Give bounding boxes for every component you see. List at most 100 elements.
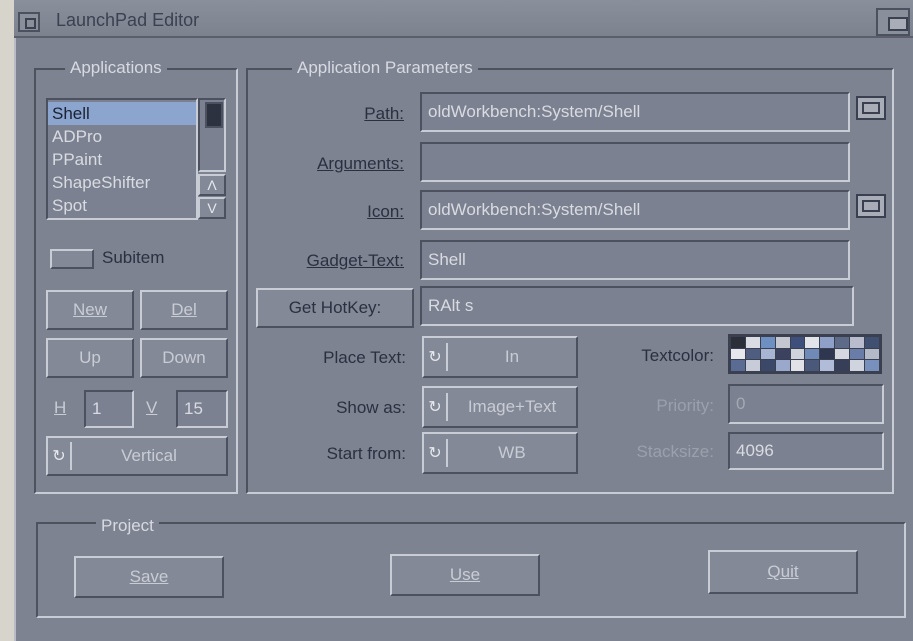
stacksize-field[interactable]: 4096 — [728, 432, 884, 470]
color-swatch[interactable] — [820, 337, 835, 348]
list-item[interactable]: ShapeShifter — [48, 171, 196, 194]
cycle-icon: ↻ — [424, 393, 448, 421]
list-scrollbar[interactable] — [198, 98, 226, 172]
color-swatch[interactable] — [865, 337, 879, 348]
path-field[interactable]: oldWorkbench:System/Shell — [420, 92, 850, 132]
get-hotkey-button[interactable]: Get HotKey: — [256, 288, 414, 328]
project-group-title: Project — [96, 516, 159, 536]
use-button[interactable]: Use — [390, 554, 540, 596]
v-label: V — [146, 398, 158, 417]
priority-field[interactable]: 0 — [728, 384, 884, 424]
color-swatch[interactable] — [731, 337, 745, 348]
color-swatch[interactable] — [835, 360, 850, 371]
scroll-knob[interactable] — [205, 102, 223, 128]
stacksize-label: Stacksize: — [636, 442, 714, 461]
desktop-edge — [0, 0, 14, 641]
parameters-group-title: Application Parameters — [292, 58, 478, 78]
path-file-button[interactable] — [856, 96, 886, 120]
h-field[interactable]: 1 — [84, 390, 134, 428]
color-swatch[interactable] — [835, 348, 850, 360]
list-item[interactable]: ADPro — [48, 125, 196, 148]
color-swatch[interactable] — [790, 337, 805, 348]
depth-gadget-icon[interactable] — [876, 8, 910, 36]
textcolor-label: Textcolor: — [641, 346, 714, 365]
cycle-icon: ↻ — [424, 343, 448, 371]
color-swatch[interactable] — [805, 348, 820, 360]
start-from-label: Start from: — [326, 444, 406, 463]
down-button-label: Down — [162, 348, 206, 367]
quit-button-label: Quit — [767, 562, 799, 581]
color-swatch[interactable] — [760, 360, 775, 371]
textcolor-palette[interactable] — [728, 334, 882, 374]
show-as-value: Image+Text — [467, 397, 557, 416]
color-swatch[interactable] — [820, 360, 835, 371]
color-swatch[interactable] — [850, 337, 865, 348]
subitem-label: Subitem — [102, 248, 165, 267]
icon-file-button[interactable] — [856, 194, 886, 218]
close-gadget-icon[interactable] — [18, 12, 40, 32]
up-button-label: Up — [79, 348, 101, 367]
start-from-value: WB — [498, 443, 526, 462]
arguments-field[interactable] — [420, 142, 850, 182]
new-button[interactable]: New — [46, 290, 134, 330]
color-swatch[interactable] — [790, 360, 805, 371]
del-button[interactable]: Del — [140, 290, 228, 330]
color-swatch[interactable] — [850, 348, 865, 360]
get-hotkey-label: Get HotKey: — [288, 298, 382, 317]
up-button[interactable]: Up — [46, 338, 134, 378]
color-swatch[interactable] — [760, 348, 775, 360]
color-swatch[interactable] — [820, 348, 835, 360]
scroll-up-button[interactable]: Λ — [198, 174, 226, 196]
subitem-checkbox[interactable] — [50, 249, 94, 269]
list-item[interactable]: Spot — [48, 194, 196, 217]
path-label: Path: — [300, 104, 404, 124]
list-item[interactable]: PPaint — [48, 148, 196, 171]
color-swatch[interactable] — [775, 360, 790, 371]
place-text-value: In — [504, 347, 520, 366]
gadget-text-field[interactable]: Shell — [420, 240, 850, 280]
cycle-icon: ↻ — [424, 439, 448, 467]
new-button-label: New — [72, 300, 107, 319]
applications-group-title: Applications — [65, 58, 167, 78]
h-label: H — [54, 398, 67, 417]
application-list[interactable]: Shell ADPro PPaint ShapeShifter Spot — [46, 98, 198, 220]
color-swatch[interactable] — [850, 360, 865, 371]
down-button[interactable]: Down — [140, 338, 228, 378]
color-swatch[interactable] — [731, 360, 745, 371]
color-swatch[interactable] — [745, 337, 760, 348]
start-from-cycle[interactable]: ↻ WB — [422, 432, 578, 474]
palette-grid[interactable] — [728, 334, 882, 374]
icon-field[interactable]: oldWorkbench:System/Shell — [420, 190, 850, 230]
folder-icon — [856, 194, 886, 218]
color-swatch[interactable] — [775, 337, 790, 348]
place-text-label: Place Text: — [323, 348, 406, 367]
hotkey-field[interactable]: RAlt s — [420, 286, 854, 326]
icon-label: Icon: — [367, 202, 404, 221]
scroll-down-button[interactable]: V — [198, 197, 226, 219]
color-swatch[interactable] — [805, 337, 820, 348]
color-swatch[interactable] — [775, 348, 790, 360]
color-swatch[interactable] — [760, 337, 775, 348]
list-item[interactable]: Shell — [48, 102, 196, 125]
save-button-label: Save — [129, 567, 169, 586]
show-as-cycle[interactable]: ↻ Image+Text — [422, 386, 578, 428]
color-swatch[interactable] — [865, 360, 879, 371]
color-swatch[interactable] — [835, 337, 850, 348]
priority-label: Priority: — [656, 396, 714, 415]
use-button-label: Use — [449, 565, 481, 584]
quit-button[interactable]: Quit — [708, 550, 858, 594]
layout-cycle[interactable]: ↻ Vertical — [46, 436, 228, 476]
cycle-icon: ↻ — [48, 442, 72, 470]
save-button[interactable]: Save — [74, 556, 224, 598]
color-swatch[interactable] — [865, 348, 879, 360]
color-swatch[interactable] — [790, 348, 805, 360]
color-swatch[interactable] — [745, 360, 760, 371]
place-text-cycle[interactable]: ↻ In — [422, 336, 578, 378]
color-swatch[interactable] — [731, 348, 745, 360]
v-field[interactable]: 15 — [176, 390, 228, 428]
show-as-label: Show as: — [336, 398, 406, 417]
layout-cycle-value: Vertical — [121, 446, 177, 465]
color-swatch[interactable] — [745, 348, 760, 360]
color-swatch[interactable] — [805, 360, 820, 371]
arguments-label: Arguments: — [317, 154, 404, 173]
